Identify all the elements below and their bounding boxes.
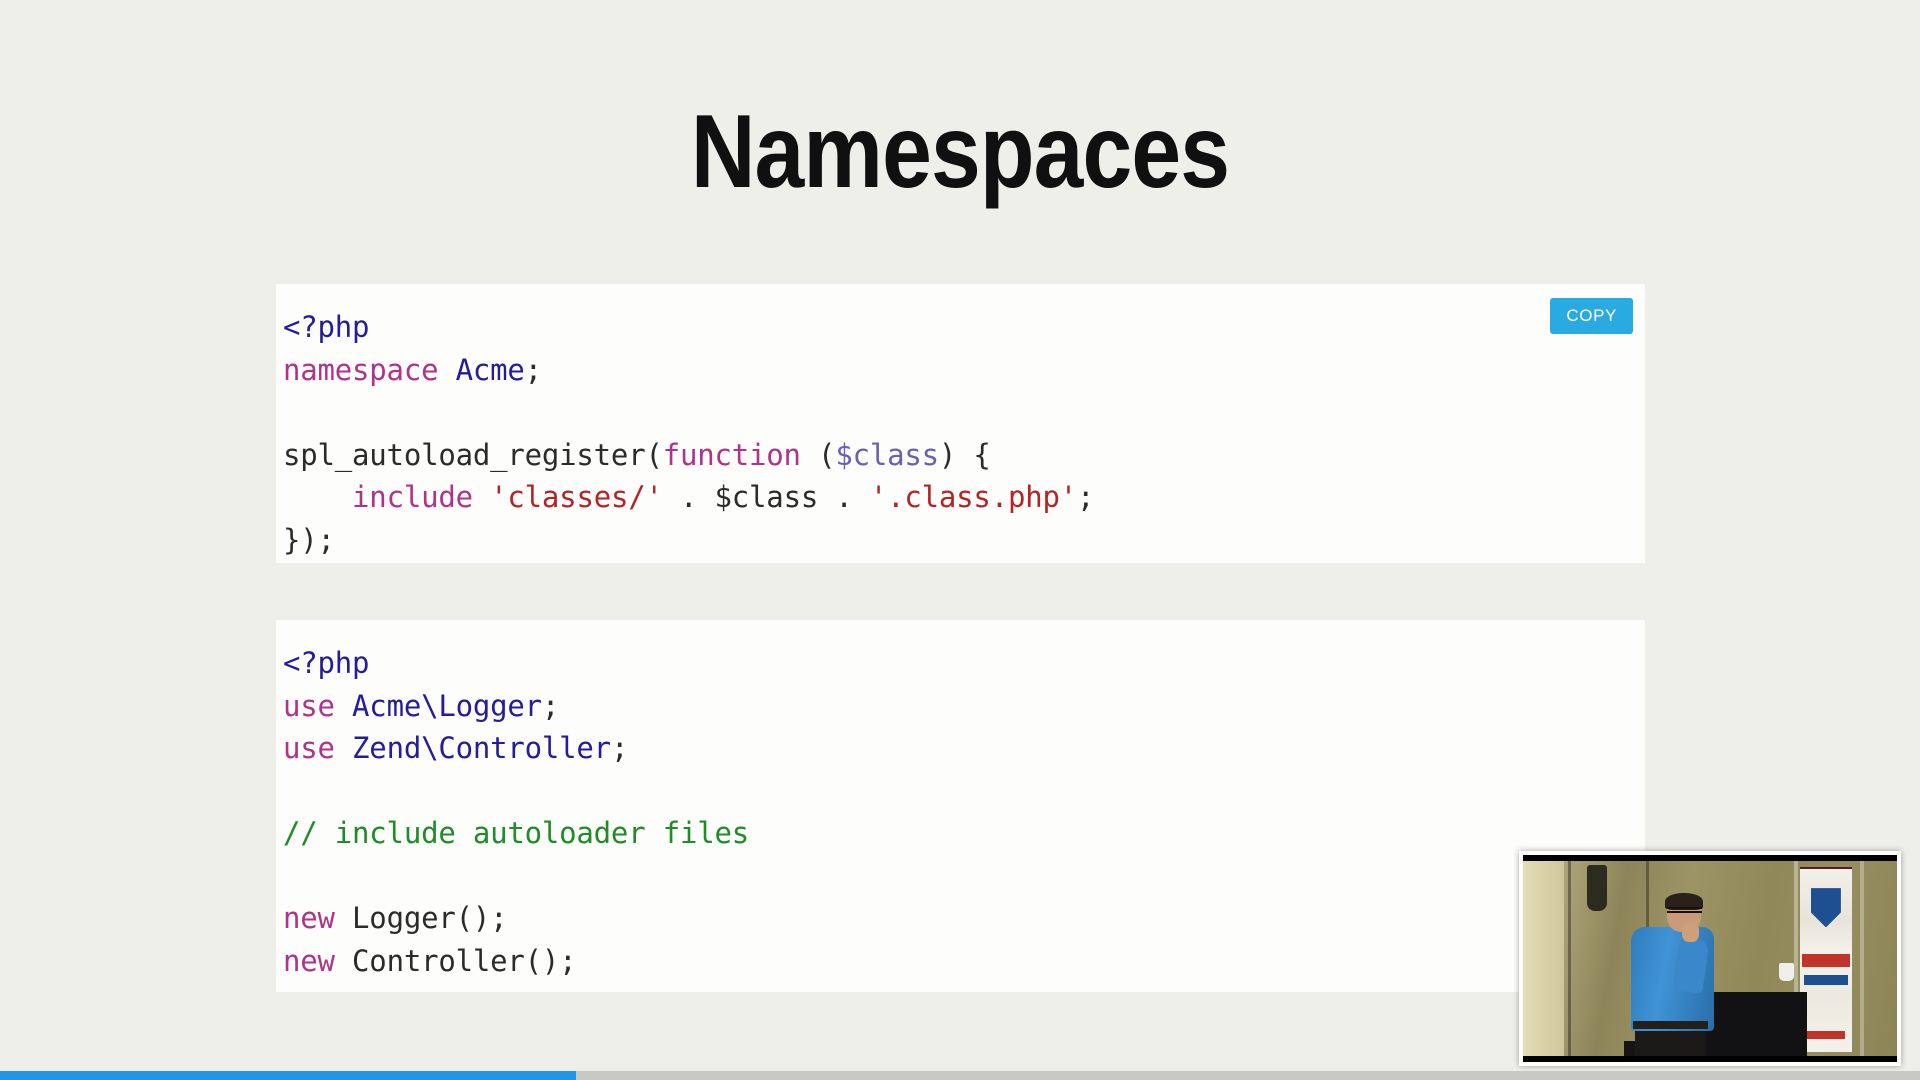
wall-seam xyxy=(1859,855,1864,1062)
code-token-plain: Controller(); xyxy=(352,943,577,978)
code-token-plain: ; xyxy=(610,731,629,765)
wall-light-column xyxy=(1523,855,1565,1062)
code-token-php: <?php xyxy=(283,310,370,344)
code-block: <?php use Acme\Logger; use Zend\Controller… xyxy=(276,620,1645,992)
code-token-plain: ; xyxy=(541,688,560,723)
banner-stripe xyxy=(1801,954,1851,967)
code-content[interactable]: <?php namespace Acme; spl_autoload_regist… xyxy=(276,306,1645,561)
speaker-hand xyxy=(1681,923,1699,942)
banner-stripe xyxy=(1803,975,1849,986)
code-block: <?php namespace Acme; spl_autoload_regist… xyxy=(276,284,1645,563)
progress-bar-fill xyxy=(0,1071,576,1080)
code-token-plain: . xyxy=(662,480,715,514)
video-scene xyxy=(1523,855,1897,1062)
code-line: use Zend\Controller; xyxy=(283,727,1645,770)
cup xyxy=(1779,962,1795,982)
code-token-cls: Zend\Controller xyxy=(352,731,611,765)
wall-seam xyxy=(1567,855,1571,1062)
code-content[interactable]: <?php use Acme\Logger; use Zend\Controller… xyxy=(276,642,1645,982)
progress-bar-track[interactable] xyxy=(0,1071,1920,1080)
code-token-plain: ; xyxy=(1077,480,1095,514)
code-token-plain: Logger(); xyxy=(352,901,508,935)
code-line: }); xyxy=(283,519,1645,562)
code-token-plain: ( xyxy=(800,437,836,472)
code-token-kw: namespace xyxy=(283,352,439,387)
code-token-kw: include xyxy=(352,480,473,514)
letterbox-bar xyxy=(1523,855,1897,862)
code-token-plain: $class xyxy=(714,480,819,514)
code-line: namespace Acme; xyxy=(283,349,1645,392)
presentation-slide: Namespaces <?php namespace Acme; spl_auto… xyxy=(0,0,1920,1080)
code-token-kw: function xyxy=(662,437,801,472)
code-token-kw: new xyxy=(283,901,335,935)
code-token-cls: Acme xyxy=(455,352,525,387)
code-token-str: 'classes/' xyxy=(490,480,663,514)
code-token-cls: Acme\Logger xyxy=(352,688,542,723)
letterbox-bar xyxy=(1523,1055,1897,1062)
code-token-kw: use xyxy=(283,731,335,765)
code-line: <?php xyxy=(283,642,1645,685)
code-token-plain: . xyxy=(818,480,870,514)
speaker-video-thumbnail[interactable] xyxy=(1519,851,1901,1066)
code-token-str: '.class.php' xyxy=(869,480,1077,514)
code-token-php: <?php xyxy=(283,646,370,680)
glasses-icon xyxy=(1667,906,1702,913)
video-frame xyxy=(1523,855,1897,1062)
code-token-plain: }); xyxy=(283,522,335,557)
code-token-kw: use xyxy=(283,688,335,723)
code-token-plain: ; xyxy=(524,352,542,387)
code-token-plain: ) { xyxy=(938,437,991,472)
wall-sconce xyxy=(1586,865,1608,911)
code-line: // include autoloader files xyxy=(283,812,1645,855)
code-line: include 'classes/' . $class . '.class.ph… xyxy=(283,476,1645,519)
code-line: new Logger(); xyxy=(283,897,1645,940)
speaker-belt xyxy=(1633,1020,1709,1029)
code-line: <?php xyxy=(283,306,1645,349)
copy-button[interactable]: COPY xyxy=(1550,298,1633,334)
banner-stripe xyxy=(1807,1030,1845,1040)
code-token-var: $class xyxy=(835,437,939,472)
code-line: spl_autoload_register(function ($class) … xyxy=(283,434,1645,477)
code-line: use Acme\Logger; xyxy=(283,685,1645,728)
code-token-plain: spl_autoload_register( xyxy=(283,437,663,472)
code-token-cmt: // include autoloader files xyxy=(283,816,750,850)
code-line: new Controller(); xyxy=(283,940,1645,983)
code-token-kw: new xyxy=(283,943,335,978)
page-title: Namespaces xyxy=(690,94,1230,210)
